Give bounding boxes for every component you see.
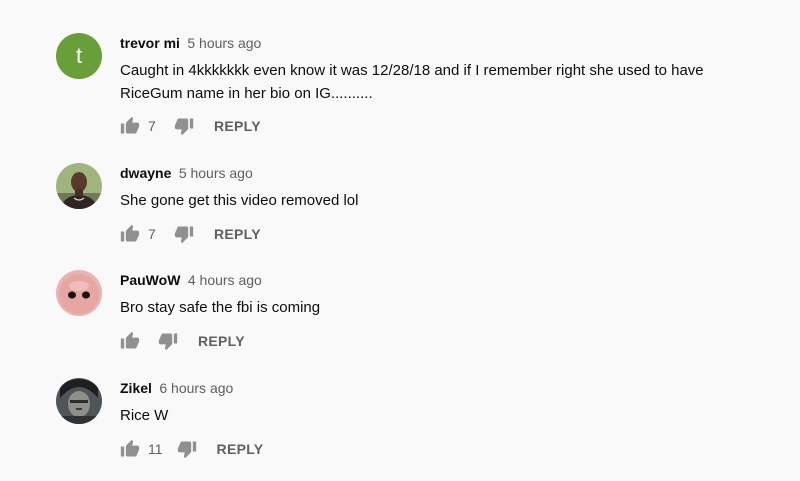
thumb-down-icon — [158, 333, 178, 351]
comment-author[interactable]: trevor mi — [120, 35, 180, 51]
comments-section: t trevor mi 5 hours ago Caught in 4kkkkk… — [0, 0, 800, 481]
avatar-image — [56, 270, 102, 316]
comment-timestamp[interactable]: 6 hours ago — [159, 380, 233, 396]
thumb-down-icon — [174, 118, 194, 136]
reply-button[interactable]: REPLY — [198, 333, 245, 349]
like-button[interactable] — [120, 331, 140, 351]
avatar[interactable] — [56, 163, 102, 209]
thumb-down-icon — [177, 441, 196, 459]
comment-text: Bro stay safe the fbi is coming — [120, 299, 321, 316]
thumb-up-icon — [120, 224, 140, 242]
thumb-down-icon — [174, 226, 194, 244]
like-count: 7 — [148, 226, 156, 242]
like-count: 7 — [148, 118, 156, 134]
dislike-button[interactable] — [158, 331, 178, 351]
comment-timestamp[interactable]: 5 hours ago — [187, 35, 261, 51]
comment-body: PauWoW 4 hours ago Bro stay safe the fbi… — [120, 270, 780, 319]
thumb-up-icon — [120, 331, 140, 349]
dislike-button[interactable] — [174, 116, 194, 136]
avatar-letter: t — [75, 43, 83, 68]
dislike-button[interactable] — [174, 224, 194, 244]
comment-text: Caught in 4kkkkkkk even know it was 12/2… — [120, 62, 704, 102]
comment-text: Rice W — [120, 407, 169, 424]
avatar-image — [56, 163, 102, 209]
reply-button[interactable]: REPLY — [214, 118, 261, 134]
comment-author[interactable]: PauWoW — [120, 272, 180, 288]
comment-body: dwayne 5 hours ago She gone get this vid… — [120, 163, 780, 212]
comment-header: trevor mi 5 hours ago — [120, 33, 780, 53]
thumb-up-icon — [120, 439, 140, 457]
comment-text: She gone get this video removed lol — [120, 192, 359, 209]
reply-button[interactable]: REPLY — [214, 226, 261, 242]
avatar[interactable] — [56, 270, 102, 316]
like-button[interactable] — [120, 439, 140, 459]
comment-header: dwayne 5 hours ago — [120, 163, 780, 183]
comment-body: Zikel 6 hours ago Rice W — [120, 378, 780, 427]
comment-body: trevor mi 5 hours ago Caught in 4kkkkkkk… — [120, 33, 780, 105]
like-button[interactable] — [120, 116, 140, 136]
comment-actions: 11 REPLY — [120, 437, 263, 461]
comment-author[interactable]: Zikel — [120, 380, 152, 396]
comment-timestamp[interactable]: 5 hours ago — [179, 165, 253, 181]
comment-actions: 7 REPLY — [120, 114, 261, 138]
comment-actions: REPLY — [120, 329, 245, 353]
comment-header: Zikel 6 hours ago — [120, 378, 780, 398]
reply-button[interactable]: REPLY — [217, 441, 264, 457]
comment-timestamp[interactable]: 4 hours ago — [188, 272, 262, 288]
avatar[interactable]: t — [56, 33, 102, 79]
comment-actions: 7 REPLY — [120, 222, 261, 246]
thumb-up-icon — [120, 116, 140, 134]
dislike-button[interactable] — [177, 439, 197, 459]
avatar-image — [56, 378, 102, 424]
avatar[interactable] — [56, 378, 102, 424]
like-count: 11 — [148, 441, 163, 457]
comment-header: PauWoW 4 hours ago — [120, 270, 780, 290]
like-button[interactable] — [120, 224, 140, 244]
comment-author[interactable]: dwayne — [120, 165, 171, 181]
